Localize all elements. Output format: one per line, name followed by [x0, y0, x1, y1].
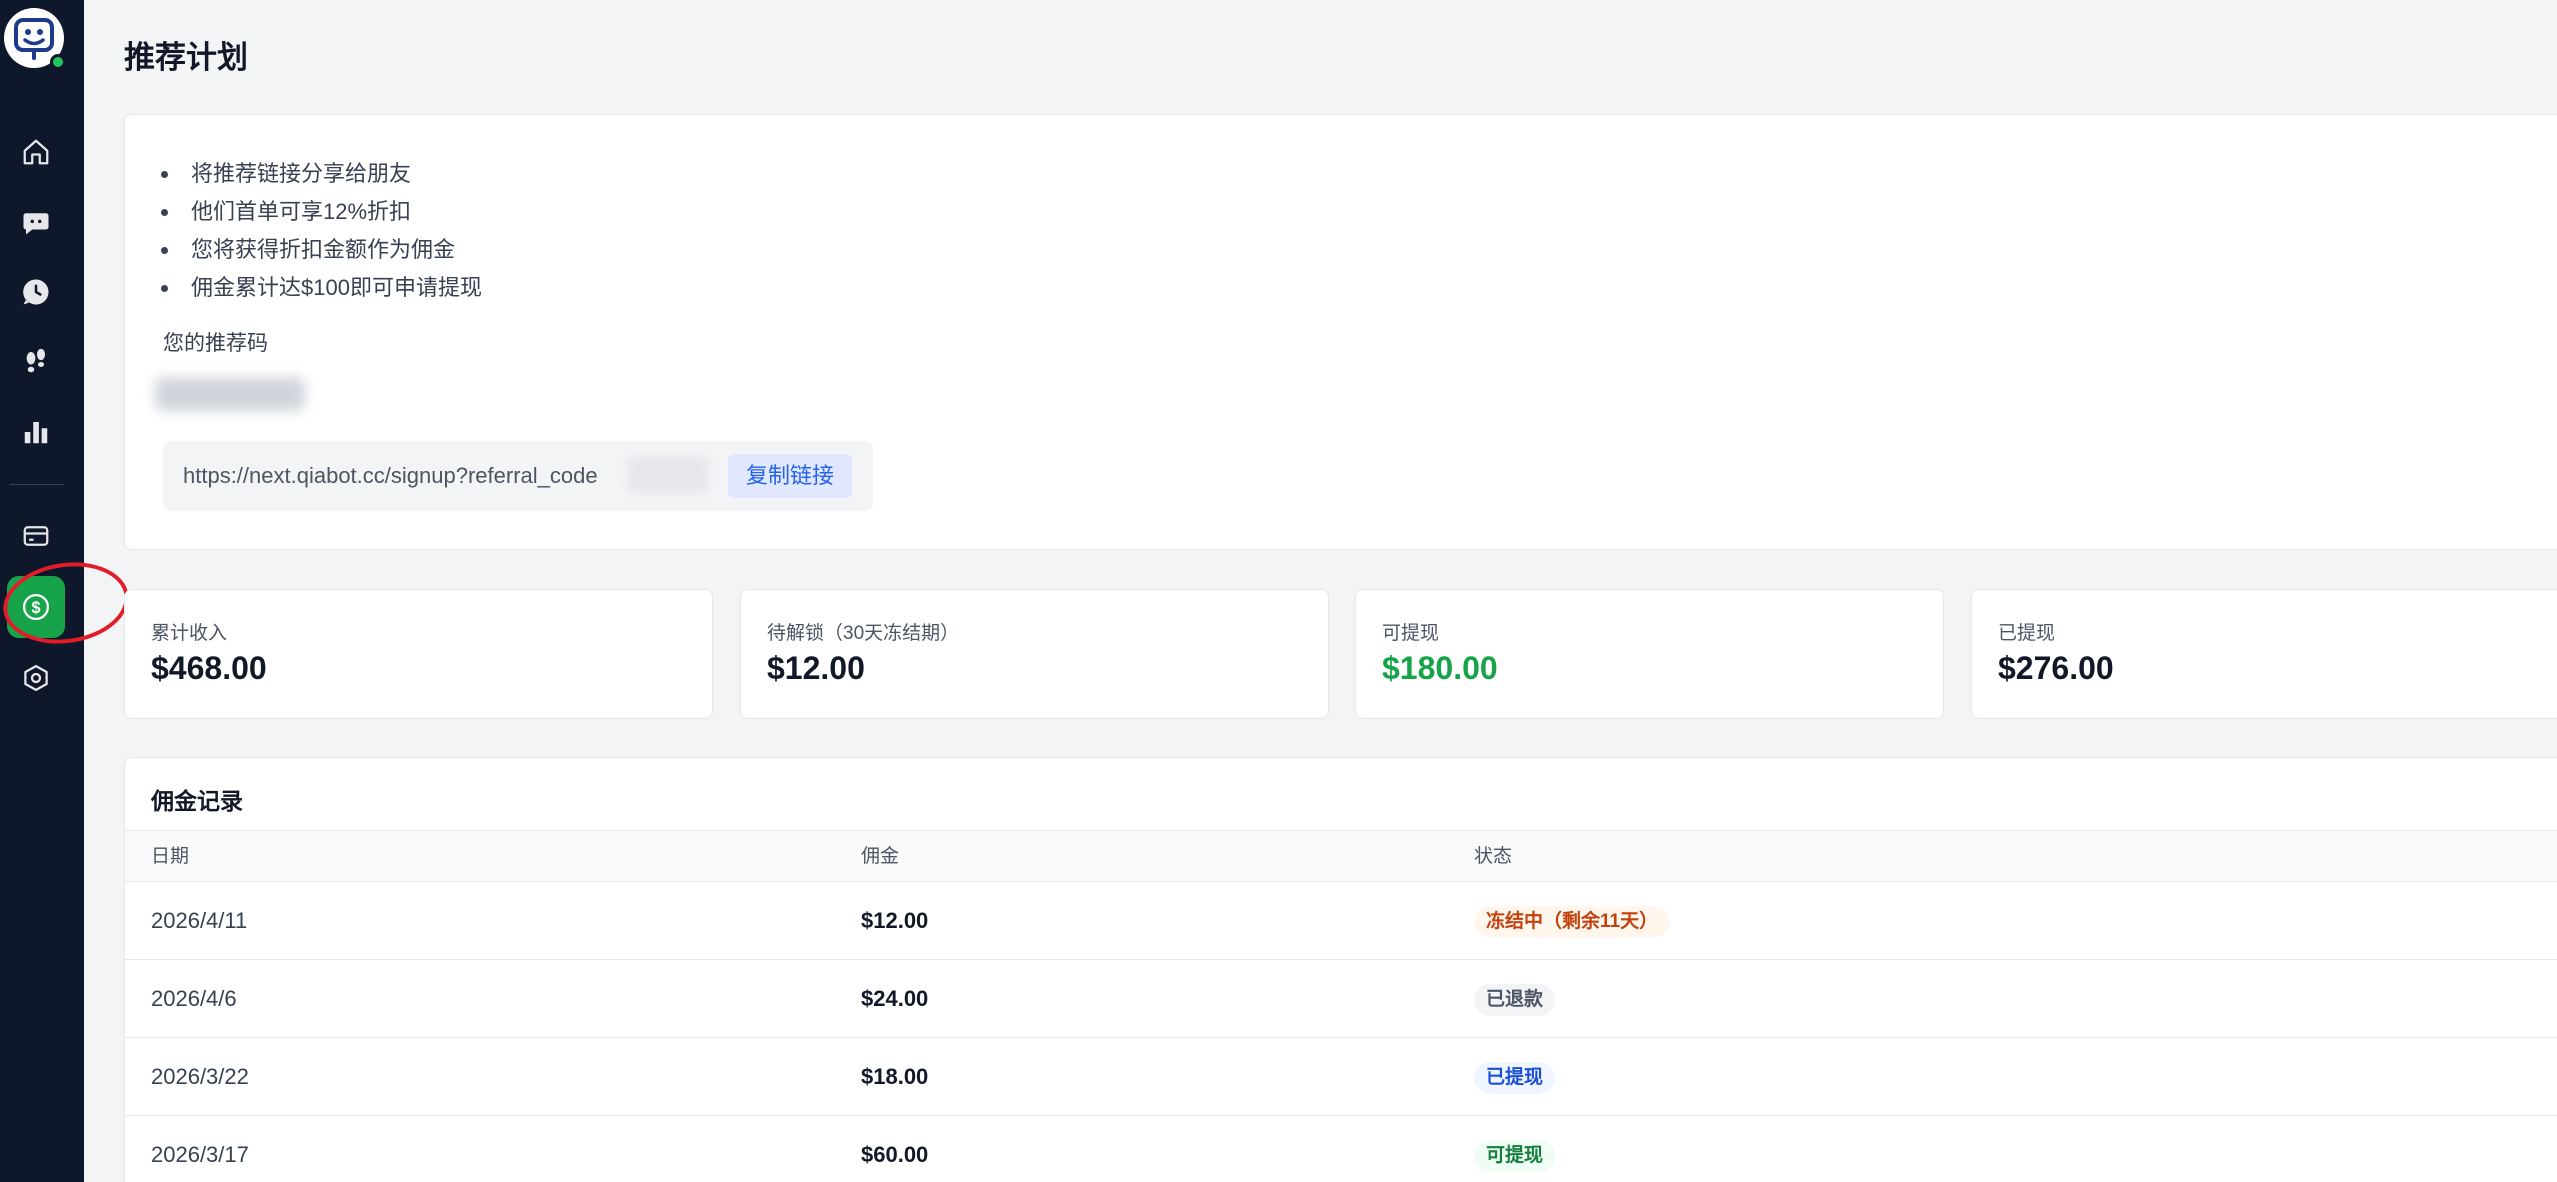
sidebar-divider — [10, 484, 64, 485]
row-amount: $12.00 — [861, 908, 929, 933]
stat-value: $180.00 — [1382, 650, 1498, 686]
chat-bot-logo-icon — [14, 18, 54, 60]
row-date: 2026/4/6 — [151, 986, 237, 1011]
column-header-amount: 佣金 — [861, 846, 900, 867]
referral-code-label: 您的推荐码 — [163, 332, 268, 355]
chat-icon — [23, 213, 49, 235]
history-icon — [23, 279, 49, 305]
stat-label: 待解锁（30天冻结期） — [767, 623, 960, 644]
stat-pending-unlock: 待解锁（30天冻结期） $12.00 — [740, 589, 1329, 719]
referral-link-box: https://next.qiabot.cc/signup?referral_c… — [163, 441, 873, 511]
bar-chart-icon — [24, 422, 48, 444]
online-status-dot — [50, 54, 66, 70]
row-amount: $60.00 — [861, 1142, 929, 1167]
sidebar-item-history[interactable] — [8, 264, 64, 320]
status-badge: 冻结中（剩余11天） — [1474, 906, 1671, 938]
status-badge: 可提现 — [1474, 1140, 1556, 1172]
settings-hexagon-icon — [24, 665, 48, 691]
referral-rules-list: 将推荐链接分享给朋友 他们首单可享12%折扣 您将获得折扣金额作为佣金 佣金累计… — [161, 155, 482, 307]
rule-item: 他们首单可享12%折扣 — [161, 193, 482, 231]
sidebar-item-billing[interactable] — [8, 508, 64, 564]
stat-label: 可提现 — [1382, 623, 1440, 644]
stat-value: $276.00 — [1998, 650, 2114, 686]
sidebar-item-chat[interactable] — [8, 194, 64, 250]
svg-text:$: $ — [31, 599, 40, 617]
home-icon — [23, 139, 49, 165]
sidebar: $ — [0, 0, 134, 1182]
referral-link-code-redacted — [628, 457, 708, 493]
sidebar-item-settings[interactable] — [8, 650, 64, 706]
row-date: 2026/3/17 — [151, 1142, 249, 1167]
status-badge: 已退款 — [1474, 984, 1556, 1016]
referral-link-url[interactable]: https://next.qiabot.cc/signup?referral_c… — [183, 441, 598, 511]
sidebar-item-referral[interactable]: $ — [7, 576, 65, 638]
referral-code-value-redacted — [155, 377, 305, 411]
stat-total-earnings: 累计收入 $468.00 — [124, 589, 713, 719]
column-header-status: 状态 — [1474, 846, 1513, 867]
row-date: 2026/4/11 — [151, 908, 248, 933]
column-header-date: 日期 — [151, 846, 190, 867]
rule-item: 您将获得折扣金额作为佣金 — [161, 231, 482, 269]
table-row: 2026/3/17 $60.00 可提现 — [125, 1116, 2557, 1182]
stat-withdrawable: 可提现 $180.00 — [1355, 589, 1944, 719]
sidebar-item-analytics[interactable] — [8, 404, 64, 460]
row-amount: $18.00 — [861, 1064, 929, 1089]
stat-value: $468.00 — [151, 650, 267, 686]
stat-value: $12.00 — [767, 650, 865, 686]
page-title: 推荐计划 — [124, 40, 248, 75]
referral-info-card: 将推荐链接分享给朋友 他们首单可享12%折扣 您将获得折扣金额作为佣金 佣金累计… — [124, 114, 2557, 550]
commission-records-title: 佣金记录 — [151, 788, 243, 814]
footprints-icon — [26, 348, 45, 373]
billing-card-icon — [23, 526, 49, 546]
stat-label: 累计收入 — [151, 623, 228, 644]
row-date: 2026/3/22 — [151, 1064, 249, 1089]
table-row: 2026/4/6 $24.00 已退款 — [125, 960, 2557, 1038]
commission-records-card: 佣金记录 日期 佣金 状态 2026/4/11 $12.00 冻结中（剩余11天… — [124, 757, 2557, 1182]
rule-item: 佣金累计达$100即可申请提现 — [161, 269, 482, 307]
stat-label: 已提现 — [1998, 623, 2056, 644]
rule-item: 将推荐链接分享给朋友 — [161, 155, 482, 193]
row-amount: $24.00 — [861, 986, 929, 1011]
table-row: 2026/3/22 $18.00 已提现 — [125, 1038, 2557, 1116]
table-header: 日期 佣金 状态 — [125, 830, 2557, 882]
table-row: 2026/4/11 $12.00 冻结中（剩余11天） — [125, 882, 2557, 960]
copy-link-button[interactable]: 复制链接 — [728, 454, 853, 498]
status-badge: 已提现 — [1474, 1062, 1556, 1094]
sidebar-item-home[interactable] — [8, 124, 64, 180]
sidebar-item-footprints[interactable] — [8, 334, 64, 390]
dollar-circle-icon: $ — [23, 594, 49, 620]
app-logo[interactable] — [4, 8, 66, 70]
stat-withdrawn: 已提现 $276.00 — [1971, 589, 2557, 719]
